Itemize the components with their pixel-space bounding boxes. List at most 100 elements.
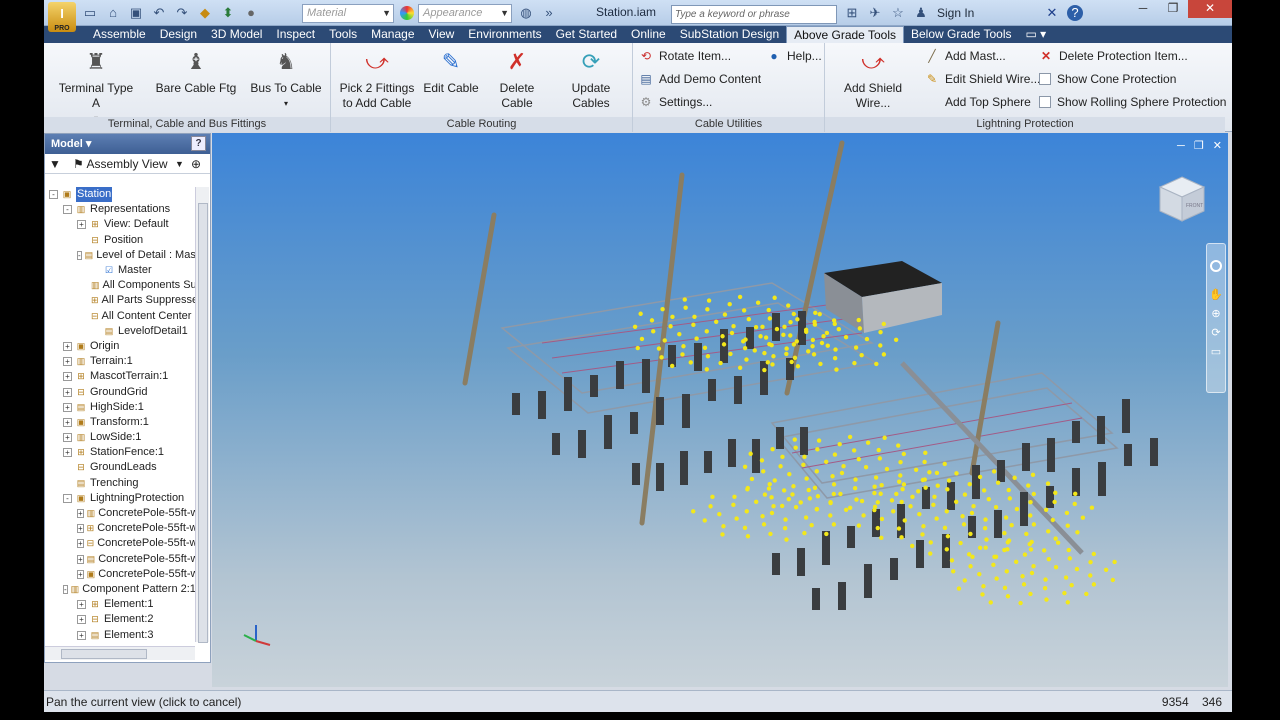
find-icon[interactable]: ⊕ bbox=[191, 154, 201, 174]
collapse-icon[interactable]: - bbox=[63, 493, 72, 503]
expand-icon[interactable]: + bbox=[63, 448, 72, 458]
save-icon[interactable]: ▣ bbox=[128, 5, 144, 21]
tab-3d-model[interactable]: 3D Model bbox=[204, 26, 269, 43]
tree-node[interactable]: + ⊞ MascotTerrain:1 bbox=[45, 369, 195, 384]
user-icon[interactable]: ♟ bbox=[913, 5, 929, 21]
tree-node[interactable]: + ▤ Element:3 bbox=[45, 627, 195, 642]
expand-icon[interactable]: + bbox=[63, 372, 72, 382]
restore-icon[interactable]: ❐ bbox=[1158, 0, 1188, 18]
tree-node[interactable]: + ⊞ StationFence:1 bbox=[45, 445, 195, 460]
expand-icon[interactable]: + bbox=[63, 433, 72, 443]
tree-node[interactable]: ⊟ Position bbox=[45, 233, 195, 248]
tree-node[interactable]: ▤ LevelofDetail1 bbox=[45, 324, 195, 339]
look-at-icon[interactable]: ▭ bbox=[1207, 345, 1225, 358]
scroll-thumb[interactable] bbox=[61, 649, 147, 659]
browser-vertical-scrollbar[interactable] bbox=[195, 187, 209, 643]
ribbon-options-icon[interactable]: ▭ ▾ bbox=[1018, 26, 1053, 43]
graphics-viewport[interactable]: ─ ❐ ✕ FRONT ✋ ⊕ ⟳ ▭ bbox=[212, 133, 1228, 687]
tab-above-grade-tools[interactable]: Above Grade Tools bbox=[786, 26, 904, 43]
orbit-icon[interactable]: ⟳ bbox=[1207, 326, 1225, 339]
sign-in-link[interactable]: Sign In bbox=[937, 6, 974, 20]
tree-node[interactable]: - ▣ LightningProtection bbox=[45, 491, 195, 506]
delete-protection-button[interactable]: ✕ Delete Protection Item... bbox=[1039, 49, 1188, 63]
viewcube[interactable]: FRONT bbox=[1156, 173, 1208, 225]
tab-design[interactable]: Design bbox=[153, 26, 204, 43]
expand-icon[interactable]: + bbox=[77, 524, 84, 534]
undo-icon[interactable]: ↶ bbox=[151, 5, 167, 21]
tab-get-started[interactable]: Get Started bbox=[549, 26, 624, 43]
tree-node[interactable]: + ⊞ Element:1 bbox=[45, 597, 195, 612]
expand-icon[interactable]: + bbox=[63, 417, 72, 427]
tab-inspect[interactable]: Inspect bbox=[269, 26, 322, 43]
tree-node[interactable]: +▥ConcretePole-55ft-wFo bbox=[45, 506, 195, 521]
tree-node[interactable]: ▤ Trenching bbox=[45, 476, 195, 491]
expand-icon[interactable]: + bbox=[77, 630, 86, 640]
exchange-icon[interactable]: ✕ bbox=[1044, 5, 1060, 21]
bare-cable-ftg-button[interactable]: ♝ Bare Cable Ftg bbox=[154, 47, 238, 96]
restore-icon[interactable]: ❐ bbox=[1194, 140, 1204, 152]
expand-icon[interactable]: + bbox=[63, 402, 72, 412]
tree-node[interactable]: + ▥ LowSide:1 bbox=[45, 430, 195, 445]
tree-node[interactable]: + ⊟ GroundGrid bbox=[45, 384, 195, 399]
add-mast-button[interactable]: ╱ Add Mast... bbox=[925, 49, 1005, 63]
rotate-item-button[interactable]: ⟲ Rotate Item... bbox=[639, 49, 731, 63]
expand-icon[interactable]: + bbox=[77, 539, 84, 549]
expand-icon[interactable]: + bbox=[77, 220, 86, 230]
update-cables-button[interactable]: ⟳ Update Cables bbox=[553, 47, 629, 111]
settings-button[interactable]: ⚙ Settings... bbox=[639, 95, 713, 109]
tree-node[interactable]: +⊟ConcretePole-55ft-wFo bbox=[45, 536, 195, 551]
delete-cable-button[interactable]: ✗ Delete Cable bbox=[483, 47, 551, 111]
tree-node[interactable]: + ▤ HighSide:1 bbox=[45, 400, 195, 415]
bus-to-cable-button[interactable]: ♞ Bus To Cable ▾ bbox=[248, 47, 324, 111]
tree-node[interactable]: - ▥ Representations bbox=[45, 202, 195, 217]
steering-wheel-icon[interactable] bbox=[1210, 260, 1222, 272]
tab-below-grade-tools[interactable]: Below Grade Tools bbox=[904, 26, 1019, 43]
browser-help-icon[interactable]: ? bbox=[191, 136, 206, 151]
application-menu-button[interactable]: I PRO bbox=[48, 2, 76, 32]
browser-title[interactable]: Model bbox=[51, 138, 83, 150]
add-top-sphere-button[interactable]: Add Top Sphere bbox=[925, 95, 1031, 109]
pan-icon[interactable]: ✋ bbox=[1207, 288, 1225, 301]
tab-environments[interactable]: Environments bbox=[461, 26, 548, 43]
more-icon[interactable]: » bbox=[541, 5, 557, 21]
tree-node[interactable]: ⊟ GroundLeads bbox=[45, 460, 195, 475]
pick-2-fittings-button[interactable]: ⤻ Pick 2 Fittings to Add Cable bbox=[337, 47, 417, 111]
terminal-type-a-button[interactable]: ♜ Terminal Type A ▾ bbox=[54, 47, 138, 126]
tab-online[interactable]: Online bbox=[624, 26, 673, 43]
select-icon[interactable]: ◆ bbox=[197, 5, 213, 21]
tree-node[interactable]: ▥ All Components Sup bbox=[45, 278, 195, 293]
edit-cable-button[interactable]: ✎ Edit Cable bbox=[421, 47, 481, 96]
help-icon[interactable]: ? bbox=[1067, 5, 1083, 21]
new-icon[interactable]: ▭ bbox=[82, 5, 98, 21]
favorites-icon[interactable]: ☆ bbox=[890, 5, 906, 21]
expand-icon[interactable]: + bbox=[77, 569, 84, 579]
show-cone-protection-checkbox[interactable]: Show Cone Protection bbox=[1039, 72, 1176, 86]
subscription-icon[interactable]: ✈ bbox=[867, 5, 883, 21]
tree-node[interactable]: + ⊞ View: Default bbox=[45, 217, 195, 232]
filter-icon[interactable]: ▼ bbox=[49, 154, 61, 174]
expand-icon[interactable]: + bbox=[77, 615, 86, 625]
tree-node[interactable]: ⊟ All Content Center S bbox=[45, 309, 195, 324]
scroll-thumb[interactable] bbox=[198, 203, 208, 643]
tab-assemble[interactable]: Assemble bbox=[86, 26, 153, 43]
add-demo-content-button[interactable]: ▤ Add Demo Content bbox=[639, 72, 761, 86]
expand-icon[interactable]: + bbox=[77, 554, 84, 564]
tree-node[interactable]: + ⊟ Element:2 bbox=[45, 612, 195, 627]
browser-horizontal-scrollbar[interactable] bbox=[45, 646, 195, 660]
tab-substation-design[interactable]: SubStation Design bbox=[673, 26, 786, 43]
tab-view[interactable]: View bbox=[422, 26, 462, 43]
add-shield-wire-button[interactable]: ⤻ Add Shield Wire... bbox=[827, 47, 919, 111]
checkbox[interactable] bbox=[1039, 96, 1051, 108]
close-icon[interactable]: ✕ bbox=[1213, 140, 1222, 152]
tree-node[interactable]: + ▣ Transform:1 bbox=[45, 415, 195, 430]
collapse-icon[interactable]: - bbox=[77, 250, 82, 260]
expand-icon[interactable]: + bbox=[63, 387, 72, 397]
tree-node[interactable]: +▤ConcretePole-55ft-wFo bbox=[45, 552, 195, 567]
open-icon[interactable]: ⌂ bbox=[105, 5, 121, 21]
update-icon[interactable]: ⬍ bbox=[220, 5, 236, 21]
tree-node[interactable]: - ▥ Component Pattern 2:1 bbox=[45, 582, 195, 597]
expand-icon[interactable]: + bbox=[63, 357, 72, 367]
collapse-icon[interactable]: - bbox=[63, 584, 68, 594]
redo-icon[interactable]: ↷ bbox=[174, 5, 190, 21]
tree-node[interactable]: + ▥ Terrain:1 bbox=[45, 354, 195, 369]
